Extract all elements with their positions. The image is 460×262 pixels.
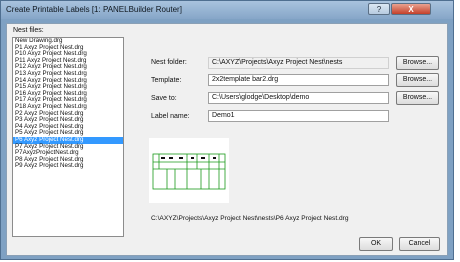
browse-template-button[interactable]: Browse...	[396, 73, 439, 87]
nest-preview-image	[149, 138, 229, 203]
browse-nest-folder-button[interactable]: Browse...	[396, 56, 439, 70]
template-label: Template:	[151, 77, 182, 84]
close-button[interactable]: X	[391, 3, 431, 15]
label-name-field[interactable]: Demo1	[208, 110, 389, 122]
preview-file-path: C:\AXYZ\Projects\Axyz Project Nest\nests…	[151, 215, 349, 222]
dialog-body: Nest files: New Drawing.drg P1 Axyz Proje…	[6, 23, 448, 256]
dialog-window: Create Printable Labels [1: PANELBuilder…	[0, 0, 454, 260]
list-item[interactable]: P9 Axyz Project Nest.drg	[13, 163, 123, 170]
browse-save-to-button[interactable]: Browse...	[396, 91, 439, 105]
ok-button[interactable]: OK	[359, 237, 393, 251]
save-to-field[interactable]: C:\Users\glodge\Desktop\demo	[208, 92, 389, 104]
help-button[interactable]: ?	[368, 3, 390, 15]
template-field[interactable]: 2x2template bar2.drg	[208, 74, 389, 86]
cancel-button[interactable]: Cancel	[399, 237, 440, 251]
save-to-label: Save to:	[151, 95, 177, 102]
window-title: Create Printable Labels [1: PANELBuilder…	[6, 5, 182, 14]
title-bar[interactable]: Create Printable Labels [1: PANELBuilder…	[1, 1, 453, 19]
nest-folder-label: Nest folder:	[151, 59, 187, 66]
label-name-label: Label name:	[151, 113, 190, 120]
nest-files-list[interactable]: New Drawing.drg P1 Axyz Project Nest.drg P…	[12, 37, 124, 237]
nest-folder-field: C:\AXYZ\Projects\Axyz Project Nest\nests	[208, 57, 389, 69]
nest-files-label: Nest files:	[13, 27, 44, 34]
